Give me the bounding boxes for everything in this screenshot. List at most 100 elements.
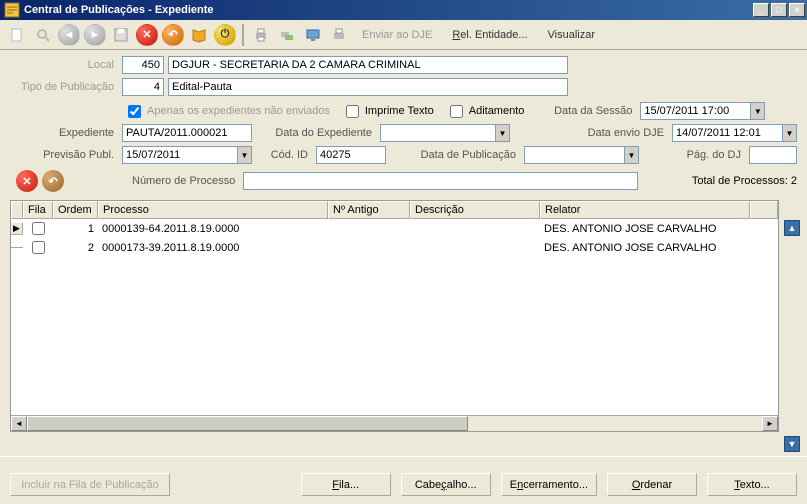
data-publicacao-input[interactable] [524,146,624,164]
numero-processo-label: Número de Processo [132,175,239,187]
table-row[interactable]: ▶ 1 0000139-64.2011.8.19.0000 DES. ANTON… [11,219,778,238]
close-button[interactable]: ✕ [789,3,805,17]
col-n-antigo[interactable]: Nº Antigo [328,201,410,219]
scroll-left-icon[interactable]: ◄ [11,416,27,431]
cabecalho-button[interactable]: Cabeçalho... [401,473,491,496]
col-processo[interactable]: Processo [98,201,328,219]
tipo-pub-desc[interactable] [168,78,568,96]
chevron-down-icon[interactable]: ▼ [624,146,639,164]
cell-relator: DES. ANTONIO JOSE CARVALHO [540,219,750,238]
visualizar-link[interactable]: Visualizar [540,29,604,41]
chevron-down-icon[interactable]: ▼ [750,102,765,120]
grid-delete-button[interactable]: ✕ [16,170,38,192]
data-publicacao-combo[interactable]: ▼ [524,146,639,164]
print-queue-icon[interactable] [276,24,298,46]
main-toolbar: ◄ ► ✕ ↶ ⏻ Enviar ao DJE Rel. Entidade...… [0,20,807,50]
data-expediente-combo[interactable]: ▼ [380,124,510,142]
rel-entidade-link[interactable]: Rel. Entidade... [444,29,535,41]
cell-n-antigo [328,238,410,257]
expediente-label: Expediente [10,127,118,139]
ordenar-button[interactable]: Ordenar [607,473,697,496]
data-sessao-input[interactable] [640,102,750,120]
cell-descricao [410,238,540,257]
monitor-icon[interactable] [302,24,324,46]
previsao-publ-combo[interactable]: ▼ [122,146,252,164]
data-envio-dje-combo[interactable]: ▼ [672,124,797,142]
cell-ordem: 2 [53,238,98,257]
col-spacer [750,201,778,219]
horizontal-scrollbar[interactable]: ◄ ► [11,415,778,431]
cell-processo: 0000173-39.2011.8.19.0000 [98,238,328,257]
chevron-down-icon[interactable]: ▼ [495,124,510,142]
grid-undo-button[interactable]: ↶ [42,170,64,192]
cell-relator: DES. ANTONIO JOSE CARVALHO [540,238,750,257]
col-fila[interactable]: Fila [23,201,53,219]
fila-button[interactable]: Fila... [301,473,391,496]
previsao-publ-input[interactable] [122,146,237,164]
aditamento-checkbox[interactable] [450,105,463,118]
bottom-button-bar: Incluir na Fila de Publicação Fila... Ca… [10,473,797,496]
grid-body: ▶ 1 0000139-64.2011.8.19.0000 DES. ANTON… [11,219,778,415]
data-envio-dje-label: Data envio DJE [514,127,668,139]
cell-descricao [410,219,540,238]
local-desc[interactable] [168,56,568,74]
row-indicator-icon [11,247,23,248]
chevron-down-icon[interactable]: ▼ [237,146,252,164]
data-expediente-label: Data do Expediente [256,127,376,139]
row-indicator-header [11,201,23,219]
local-label: Local [10,59,118,71]
back-icon[interactable]: ◄ [58,24,80,46]
undo-icon[interactable]: ↶ [162,24,184,46]
table-row[interactable]: 2 0000173-39.2011.8.19.0000 DES. ANTONIO… [11,238,778,257]
fila-checkbox[interactable] [32,241,45,254]
statusbar [0,456,807,466]
chevron-down-icon[interactable]: ▼ [782,124,797,142]
minimize-button[interactable]: _ [753,3,769,17]
save-icon[interactable] [110,24,132,46]
tipo-pub-code[interactable] [122,78,164,96]
aditamento-label: Aditamento [469,105,525,117]
local-code[interactable] [122,56,164,74]
apenas-nao-enviados-checkbox[interactable] [128,105,141,118]
cell-n-antigo [328,219,410,238]
maximize-button[interactable]: □ [771,3,787,17]
book-icon[interactable] [188,24,210,46]
cod-id-input[interactable] [316,146,386,164]
nav-up-icon[interactable]: ▲ [784,220,800,236]
encerramento-button[interactable]: Encerramento... [501,473,597,496]
print-icon[interactable] [250,24,272,46]
cod-id-label: Cód. ID [256,149,312,161]
numero-processo-input[interactable] [243,172,638,190]
side-nav: ▲ ▼ [783,220,801,452]
apenas-nao-enviados-label: Apenas os expedientes não enviados [147,105,330,117]
data-envio-dje-input[interactable] [672,124,782,142]
previsao-publ-label: Previsão Publ. [10,149,118,161]
data-sessao-combo[interactable]: ▼ [640,102,765,120]
col-relator[interactable]: Relator [540,201,750,219]
scroll-right-icon[interactable]: ► [762,416,778,431]
print2-icon[interactable] [328,24,350,46]
col-ordem[interactable]: Ordem [53,201,98,219]
processo-grid: Fila Ordem Processo Nº Antigo Descrição … [10,200,779,432]
imprime-texto-label: Imprime Texto [365,105,434,117]
fila-checkbox[interactable] [32,222,45,235]
expediente-input[interactable] [122,124,252,142]
app-icon [4,2,20,18]
delete-icon[interactable]: ✕ [136,24,158,46]
col-descricao[interactable]: Descrição [410,201,540,219]
data-expediente-input[interactable] [380,124,495,142]
power-icon[interactable]: ⏻ [214,24,236,46]
pag-dj-input[interactable] [749,146,797,164]
nav-down-icon[interactable]: ▼ [784,436,800,452]
data-sessao-label: Data da Sessão [538,105,636,117]
new-icon[interactable] [6,24,28,46]
data-publicacao-label: Data de Publicação [390,149,520,161]
imprime-texto-checkbox[interactable] [346,105,359,118]
search-icon[interactable] [32,24,54,46]
row-indicator-icon: ▶ [11,223,23,235]
texto-button[interactable]: Texto... [707,473,797,496]
forward-icon[interactable]: ► [84,24,106,46]
scroll-thumb[interactable] [27,416,468,431]
cell-ordem: 1 [53,219,98,238]
tipo-publicacao-label: Tipo de Publicação [10,81,118,93]
